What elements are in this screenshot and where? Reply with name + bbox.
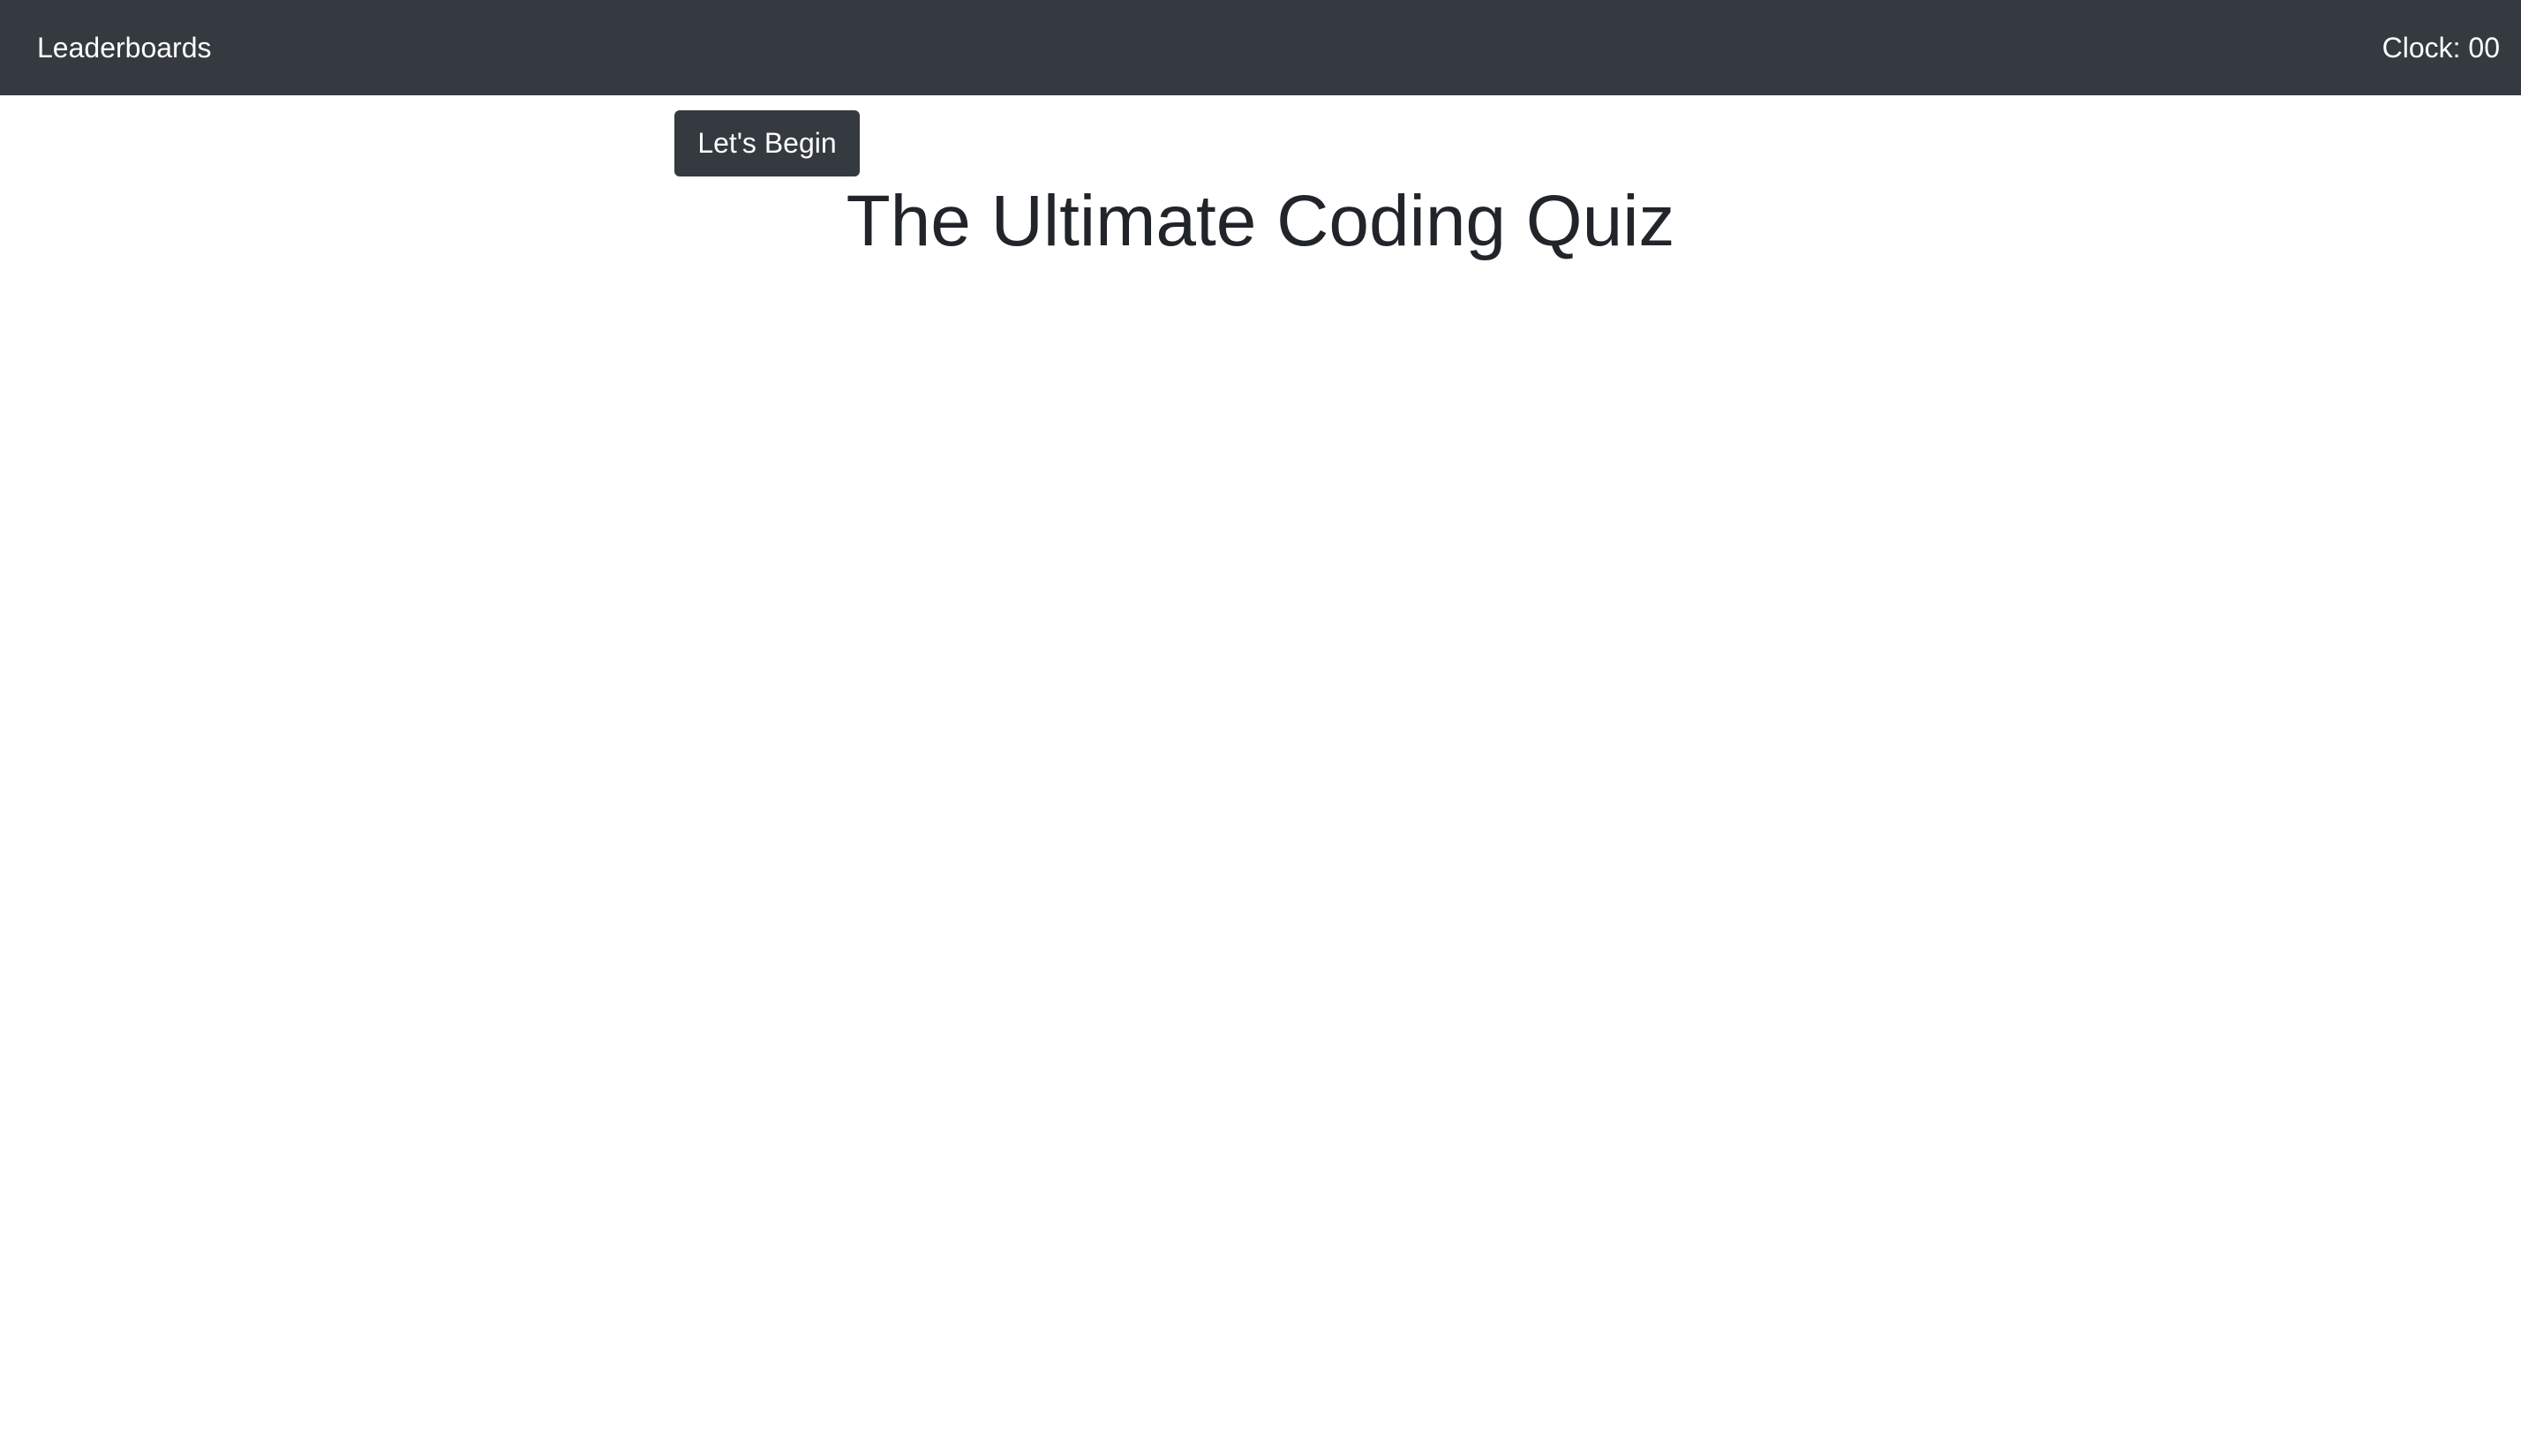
lets-begin-button[interactable]: Let's Begin xyxy=(674,110,860,176)
clock-display: Clock: 00 xyxy=(2382,32,2500,64)
top-navbar: Leaderboards Clock: 00 xyxy=(0,0,2521,95)
page-title: The Ultimate Coding Quiz xyxy=(846,181,1675,261)
leaderboards-link[interactable]: Leaderboards xyxy=(37,0,211,95)
